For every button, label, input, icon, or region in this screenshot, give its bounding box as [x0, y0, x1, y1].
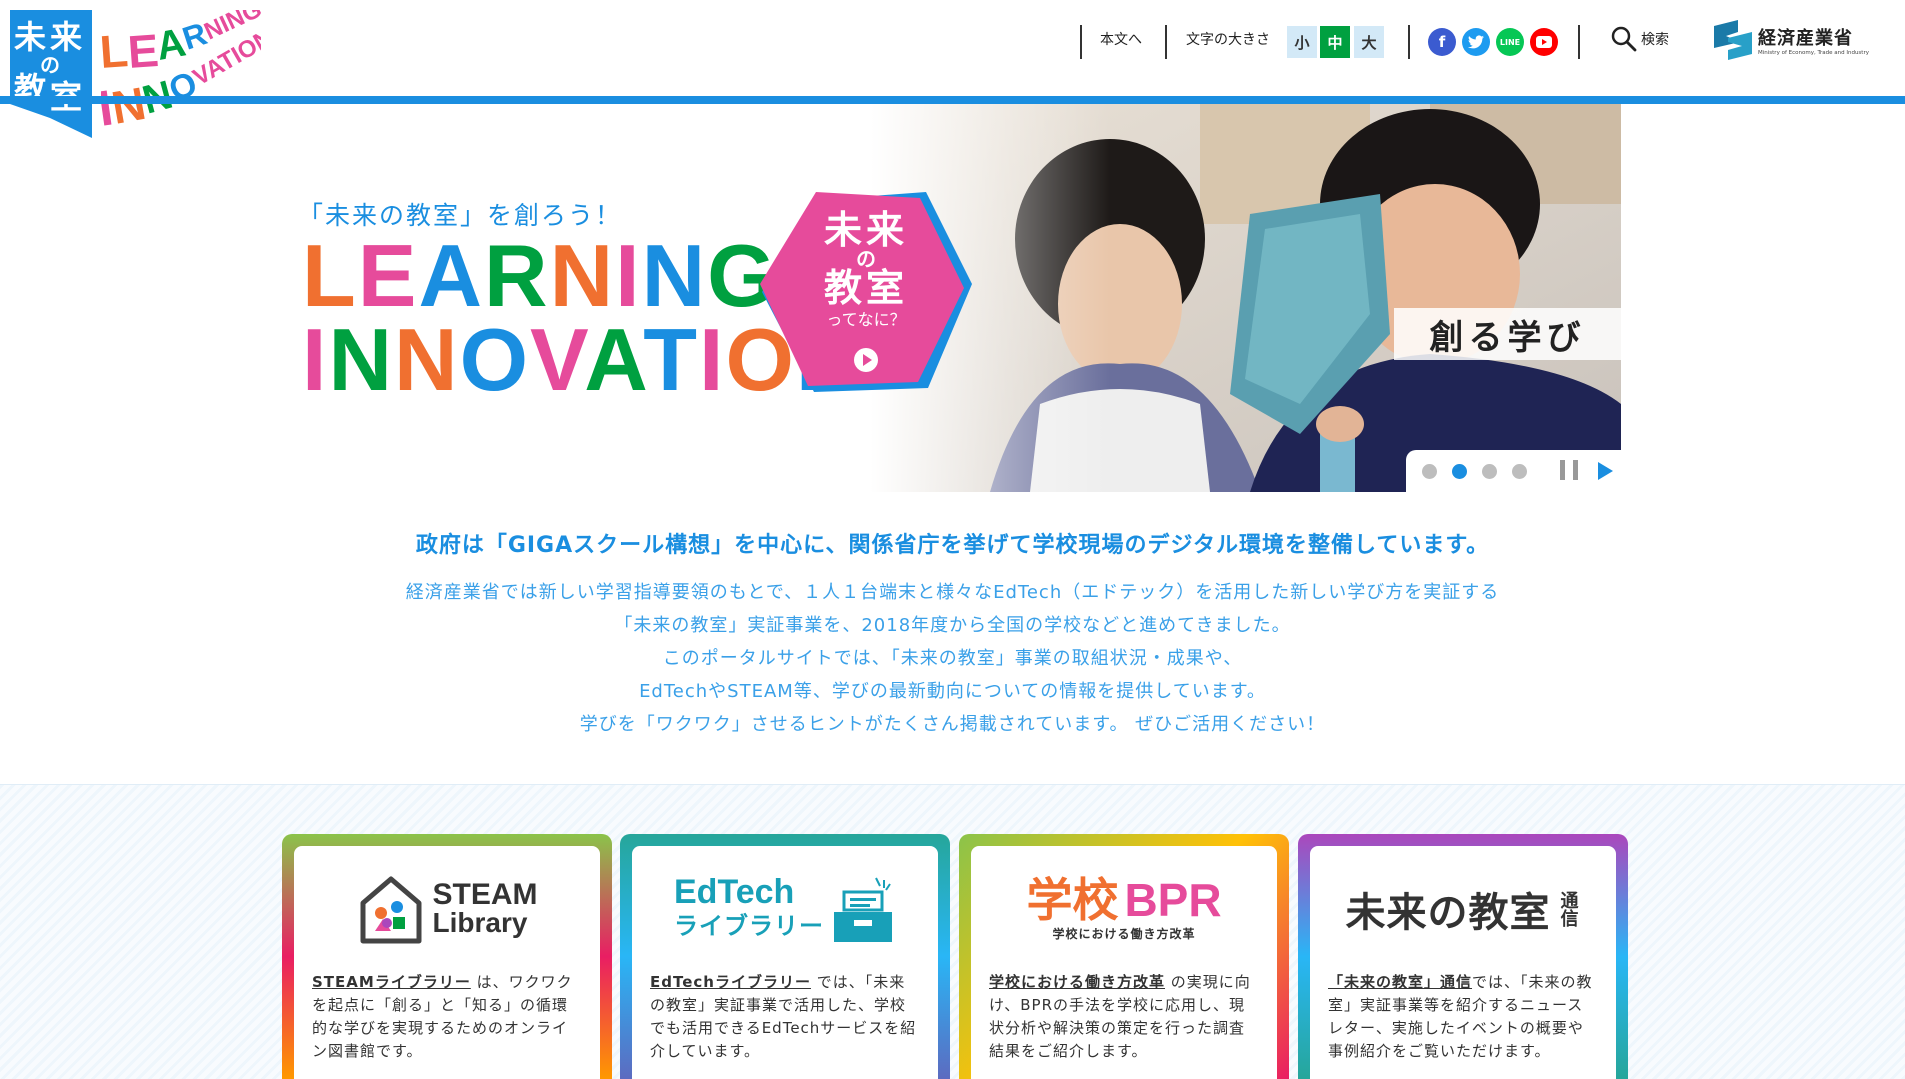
- school-bpr-link[interactable]: 学校における働き方改革: [989, 973, 1165, 991]
- edtech-library-logo: EdTech ライブラリー: [650, 846, 920, 971]
- card-mirai-tsushin[interactable]: 未来の教室 通信 「未来の教室」通信では、「未来の教室」実証事業等を紹介するニュ…: [1298, 834, 1628, 1079]
- card-box-icon: [834, 877, 892, 942]
- slide-caption: 創る学び: [1394, 308, 1621, 360]
- intro-heading: 政府は「GIGAスクール構想」を中心に、関係省庁を挙げて学校現場のデジタル環境を…: [415, 533, 1490, 558]
- next-slide-icon[interactable]: [1598, 462, 1613, 480]
- mirai-no-kyoshitsu-logo[interactable]: 未 来 の 教 室: [0, 0, 100, 148]
- card-steam-library[interactable]: STEAM Library STEAMライブラリー は、ワクワクを起点に「創る」…: [282, 834, 612, 1079]
- bpr-logo-line1: 学校: [1026, 873, 1119, 927]
- line-icon[interactable]: LINE: [1496, 28, 1524, 56]
- search-icon: [1611, 26, 1637, 52]
- ministry-name: 経済産業省: [1758, 28, 1853, 49]
- header-accent-line: [0, 96, 1905, 104]
- slider-controls: [1406, 450, 1621, 492]
- steam-logo-line1: STEAM: [432, 877, 538, 911]
- slide-dot-2[interactable]: [1452, 463, 1467, 479]
- intro-line: 学びを「ワクワク」させるヒントがたくさん掲載されています。 ぜひご活用ください！: [579, 714, 1326, 735]
- svg-text:来: 来: [50, 18, 82, 56]
- meti-mark-icon: [1714, 20, 1752, 60]
- nav-divider: [1408, 25, 1410, 59]
- twitter-icon[interactable]: [1462, 28, 1490, 56]
- skip-to-content-link[interactable]: 本文へ: [1100, 18, 1142, 60]
- steam-library-logo: STEAM Library: [312, 846, 582, 971]
- nav-divider: [1578, 25, 1580, 59]
- slide-dot-1[interactable]: [1422, 463, 1437, 479]
- hexagon-title-3: 教室: [823, 266, 908, 310]
- mirai-tsushin-logo: 未来の教室 通信: [1328, 846, 1598, 971]
- svg-text:未: 未: [14, 18, 46, 56]
- nav-divider: [1080, 25, 1082, 59]
- tsushin-logo-line1b: 通信: [1557, 890, 1579, 927]
- slide-dot-3[interactable]: [1482, 463, 1497, 479]
- nav-divider: [1165, 25, 1167, 59]
- svg-text:L: L: [101, 24, 130, 78]
- pause-icon[interactable]: [1560, 460, 1578, 482]
- card-edtech-library[interactable]: EdTech ライブラリー EdTechライブラリー では、「未来の教室」実証事…: [620, 834, 950, 1079]
- intro-line: 「未来の教室」実証事業を、2018年度から全国の学校などと進めてきました。: [614, 615, 1291, 636]
- play-circle-icon: [854, 348, 878, 372]
- card-description: STEAMライブラリー は、ワクワクを起点に「創る」と「知る」の循環的な学びを実…: [312, 973, 573, 1060]
- edtech-library-link[interactable]: EdTechライブラリー: [650, 973, 811, 991]
- font-size-large-button[interactable]: 大: [1354, 26, 1384, 58]
- school-bpr-logo: 学校 BPR 学校における働き方改革: [989, 846, 1259, 971]
- hero-slide-image: [870, 104, 1621, 492]
- font-size-medium-button[interactable]: 中: [1320, 26, 1350, 58]
- font-size-small-button[interactable]: 小: [1287, 26, 1317, 58]
- intro-line: 経済産業省では新しい学習指導要領のもとで、１人１台端末と様々なEdTech（エド…: [405, 582, 1500, 603]
- card-school-bpr[interactable]: 学校 BPR 学校における働き方改革 学校における働き方改革 の実現に向け、BPR…: [959, 834, 1289, 1079]
- mirai-tsushin-link[interactable]: 「未来の教室」通信: [1328, 973, 1472, 991]
- line-icon-text: LINE: [1499, 37, 1521, 47]
- bpr-logo-line2: 学校における働き方改革: [1052, 927, 1196, 941]
- hexagon-sub: ってなに？: [826, 310, 906, 329]
- bpr-logo-line1b: BPR: [1124, 874, 1222, 926]
- card-description: 「未来の教室」通信では、「未来の教室」実証事業等を紹介するニュースレター、実施し…: [1328, 973, 1593, 1060]
- intro-line: EdTechやSTEAM等、学びの最新動向についての情報を提供しています。: [639, 681, 1266, 702]
- youtube-icon[interactable]: [1530, 28, 1558, 56]
- search-label: 検索: [1641, 32, 1669, 48]
- slide-dot-4[interactable]: [1512, 463, 1527, 479]
- meti-logo[interactable]: 経済産業省 Ministry of Economy, Trade and Ind…: [1712, 20, 1882, 60]
- learning-innovation-logo[interactable]: L E A R NING I N N O VATION: [101, 10, 261, 140]
- steam-logo-line2: Library: [432, 906, 528, 938]
- intro-body: 経済産業省では新しい学習指導要領のもとで、１人１台端末と様々なEdTech（エド…: [0, 576, 1905, 741]
- intro-line: このポータルサイトでは、「未来の教室」事業の取組状況・成果や、: [662, 648, 1243, 669]
- font-size-label: 文字の大きさ: [1186, 32, 1270, 48]
- ministry-name-en: Ministry of Economy, Trade and Industry: [1758, 50, 1869, 56]
- steam-library-link[interactable]: STEAMライブラリー: [312, 973, 471, 991]
- what-is-mirai-no-kyoshitsu-button[interactable]: 未来 の 教室 ってなに？: [758, 192, 974, 392]
- edtech-logo-line1: EdTech: [674, 872, 795, 911]
- card-description: EdTechライブラリー では、「未来の教室」実証事業で活用した、学校でも活用で…: [650, 973, 917, 1060]
- tsushin-logo-line1: 未来の教室: [1345, 889, 1551, 936]
- steam-house-icon: [360, 876, 421, 943]
- facebook-icon[interactable]: f: [1428, 28, 1456, 56]
- card-description: 学校における働き方改革 の実現に向け、BPRの手法を学校に応用し、現状分析や解決…: [989, 973, 1251, 1060]
- site-header: 未 来 の 教 室 L E A R NING I N N O VATION 本文…: [0, 0, 1905, 138]
- hexagon-title-1: 未来: [823, 208, 908, 252]
- edtech-logo-line2: ライブラリー: [674, 911, 824, 940]
- search-button[interactable]: 検索: [1611, 18, 1669, 60]
